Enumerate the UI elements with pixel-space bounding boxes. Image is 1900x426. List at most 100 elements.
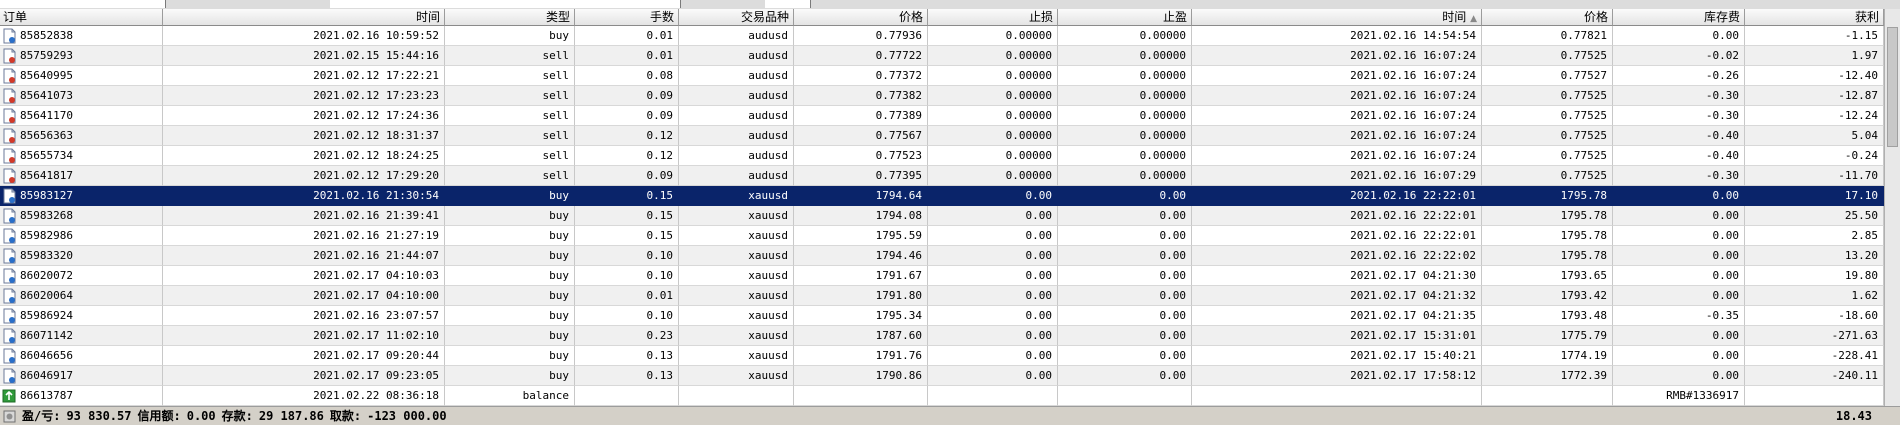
cell-close-time[interactable]: 2021.02.16 16:07:24 — [1192, 66, 1482, 86]
cell-symbol[interactable]: audusd — [679, 106, 794, 126]
cell-swap[interactable]: -0.40 — [1613, 146, 1745, 166]
cell-swap[interactable]: 0.00 — [1613, 26, 1745, 46]
cell-open-time[interactable]: 2021.02.17 09:23:05 — [163, 366, 445, 386]
cell-order[interactable]: 85983268 — [0, 206, 163, 226]
cell-type[interactable]: buy — [445, 346, 575, 366]
cell-profit[interactable] — [1745, 386, 1884, 406]
cell-open-time[interactable]: 2021.02.17 04:10:00 — [163, 286, 445, 306]
cell-stop-loss[interactable]: 0.00000 — [928, 46, 1058, 66]
cell-swap[interactable]: 0.00 — [1613, 366, 1745, 386]
cell-symbol[interactable]: xauusd — [679, 186, 794, 206]
cell-type[interactable]: buy — [445, 186, 575, 206]
cell-stop-loss[interactable]: 0.00 — [928, 286, 1058, 306]
cell-profit[interactable]: -18.60 — [1745, 306, 1884, 326]
cell-lots[interactable]: 0.01 — [575, 286, 679, 306]
column-header-type[interactable]: 类型 — [445, 9, 575, 26]
column-header-profit[interactable]: 获利 — [1745, 9, 1884, 26]
cell-close-price[interactable]: 1795.78 — [1482, 226, 1613, 246]
cell-order[interactable]: 85640995 — [0, 66, 163, 86]
cell-order[interactable]: 85641073 — [0, 86, 163, 106]
cell-symbol[interactable]: xauusd — [679, 306, 794, 326]
cell-open-time[interactable]: 2021.02.16 21:39:41 — [163, 206, 445, 226]
cell-profit[interactable]: 1.97 — [1745, 46, 1884, 66]
cell-type[interactable]: buy — [445, 306, 575, 326]
cell-profit[interactable]: -240.11 — [1745, 366, 1884, 386]
cell-swap[interactable]: 0.00 — [1613, 226, 1745, 246]
cell-close-price[interactable]: 0.77821 — [1482, 26, 1613, 46]
cell-order[interactable]: 85983127 — [0, 186, 163, 206]
cell-open-price[interactable]: 1791.80 — [794, 286, 928, 306]
cell-lots[interactable]: 0.08 — [575, 66, 679, 86]
cell-take-profit[interactable]: 0.00000 — [1058, 126, 1192, 146]
column-header-open-time[interactable]: 时间 — [163, 9, 445, 26]
scrollbar-thumb[interactable] — [1887, 27, 1898, 147]
cell-close-price[interactable]: 1793.42 — [1482, 286, 1613, 306]
cell-open-time[interactable]: 2021.02.12 18:31:37 — [163, 126, 445, 146]
cell-take-profit[interactable]: 0.00000 — [1058, 166, 1192, 186]
column-header-order[interactable]: 订单 — [0, 9, 163, 26]
cell-open-time[interactable]: 2021.02.16 21:30:54 — [163, 186, 445, 206]
cell-lots[interactable] — [575, 386, 679, 406]
cell-type[interactable]: buy — [445, 26, 575, 46]
cell-take-profit[interactable]: 0.00000 — [1058, 46, 1192, 66]
cell-profit[interactable]: -11.70 — [1745, 166, 1884, 186]
cell-open-time[interactable]: 2021.02.22 08:36:18 — [163, 386, 445, 406]
cell-close-time[interactable]: 2021.02.16 16:07:24 — [1192, 146, 1482, 166]
cell-open-time[interactable]: 2021.02.17 11:02:10 — [163, 326, 445, 346]
cell-order[interactable]: 86071142 — [0, 326, 163, 346]
cell-take-profit[interactable]: 0.00 — [1058, 306, 1192, 326]
cell-open-time[interactable]: 2021.02.12 17:23:23 — [163, 86, 445, 106]
cell-take-profit[interactable]: 0.00000 — [1058, 106, 1192, 126]
cell-symbol[interactable]: xauusd — [679, 326, 794, 346]
cell-stop-loss[interactable]: 0.00000 — [928, 66, 1058, 86]
cell-order[interactable]: 85986924 — [0, 306, 163, 326]
cell-profit[interactable]: -1.15 — [1745, 26, 1884, 46]
cell-type[interactable]: buy — [445, 226, 575, 246]
cell-profit[interactable]: -12.87 — [1745, 86, 1884, 106]
cell-open-time[interactable]: 2021.02.12 18:24:25 — [163, 146, 445, 166]
cell-open-price[interactable]: 1791.67 — [794, 266, 928, 286]
cell-symbol[interactable]: xauusd — [679, 226, 794, 246]
cell-close-price[interactable]: 1774.19 — [1482, 346, 1613, 366]
cell-close-time[interactable]: 2021.02.16 16:07:24 — [1192, 126, 1482, 146]
column-header-take-profit[interactable]: 止盈 — [1058, 9, 1192, 26]
cell-open-time[interactable]: 2021.02.12 17:29:20 — [163, 166, 445, 186]
cell-order[interactable]: 86046917 — [0, 366, 163, 386]
cell-take-profit[interactable]: 0.00 — [1058, 366, 1192, 386]
cell-open-price[interactable]: 0.77389 — [794, 106, 928, 126]
cell-close-price[interactable]: 1793.65 — [1482, 266, 1613, 286]
cell-lots[interactable]: 0.13 — [575, 346, 679, 366]
cell-open-price[interactable]: 0.77372 — [794, 66, 928, 86]
cell-take-profit[interactable]: 0.00 — [1058, 186, 1192, 206]
cell-profit[interactable]: 13.20 — [1745, 246, 1884, 266]
cell-type[interactable]: sell — [445, 86, 575, 106]
cell-open-price[interactable]: 1794.64 — [794, 186, 928, 206]
cell-symbol[interactable]: xauusd — [679, 266, 794, 286]
cell-type[interactable]: sell — [445, 126, 575, 146]
cell-open-price[interactable]: 0.77567 — [794, 126, 928, 146]
cell-open-time[interactable]: 2021.02.16 10:59:52 — [163, 26, 445, 46]
cell-swap[interactable]: 0.00 — [1613, 246, 1745, 266]
cell-lots[interactable]: 0.09 — [575, 86, 679, 106]
cell-close-time[interactable]: 2021.02.16 22:22:01 — [1192, 226, 1482, 246]
cell-open-time[interactable]: 2021.02.12 17:24:36 — [163, 106, 445, 126]
cell-open-price[interactable]: 1795.59 — [794, 226, 928, 246]
cell-close-price[interactable]: 0.77525 — [1482, 126, 1613, 146]
cell-close-time[interactable]: 2021.02.17 17:58:12 — [1192, 366, 1482, 386]
cell-symbol[interactable]: xauusd — [679, 366, 794, 386]
cell-profit[interactable]: 17.10 — [1745, 186, 1884, 206]
cell-type[interactable]: sell — [445, 46, 575, 66]
cell-take-profit[interactable]: 0.00 — [1058, 226, 1192, 246]
cell-close-time[interactable]: 2021.02.17 04:21:30 — [1192, 266, 1482, 286]
cell-close-time[interactable]: 2021.02.16 22:22:02 — [1192, 246, 1482, 266]
cell-stop-loss[interactable]: 0.00 — [928, 366, 1058, 386]
cell-lots[interactable]: 0.09 — [575, 166, 679, 186]
cell-close-time[interactable]: 2021.02.17 04:21:35 — [1192, 306, 1482, 326]
cell-swap[interactable]: RMB#1336917 — [1613, 386, 1745, 406]
cell-lots[interactable]: 0.10 — [575, 266, 679, 286]
cell-close-time[interactable]: 2021.02.16 16:07:29 — [1192, 166, 1482, 186]
cell-order[interactable]: 85982986 — [0, 226, 163, 246]
cell-swap[interactable]: 0.00 — [1613, 206, 1745, 226]
cell-open-price[interactable]: 1787.60 — [794, 326, 928, 346]
cell-lots[interactable]: 0.15 — [575, 186, 679, 206]
